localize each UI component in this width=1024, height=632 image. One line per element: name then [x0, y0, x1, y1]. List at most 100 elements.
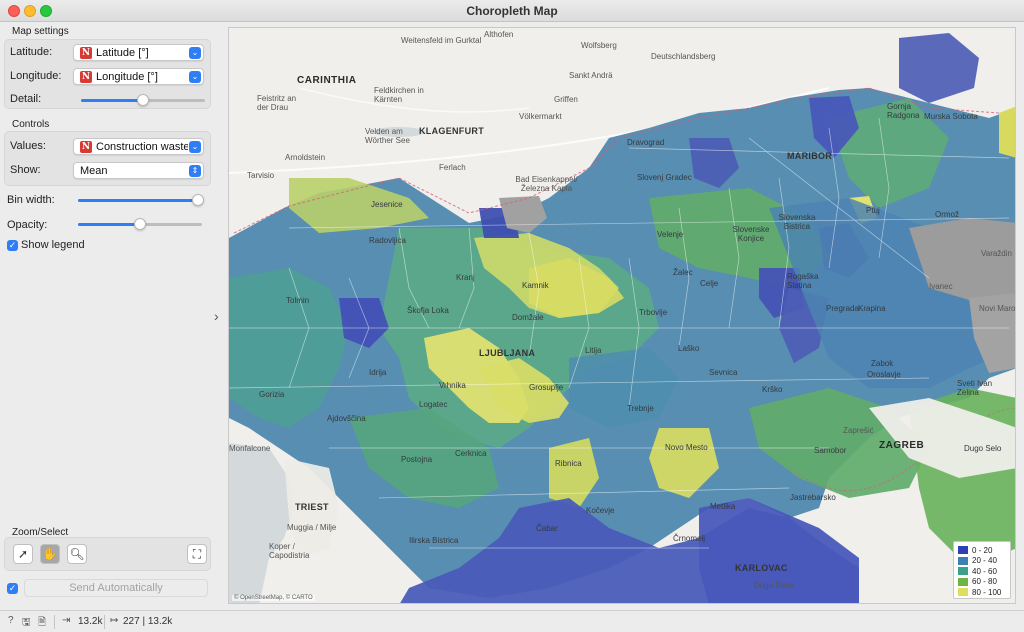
detail-slider[interactable] — [81, 94, 205, 106]
legend-swatch — [958, 577, 968, 586]
latitude-value: Latitude [°] — [96, 47, 149, 59]
map-label-gorizia: Gorizia — [259, 390, 285, 399]
reset-zoom-button[interactable]: ⛶ — [187, 544, 207, 564]
map-label-ptuj: Ptuj — [866, 206, 880, 215]
bin-width-label: Bin width: — [7, 194, 55, 206]
report-icon[interactable]: 🗎 — [38, 615, 46, 632]
opacity-slider-handle[interactable] — [134, 218, 146, 230]
map-label-oroslavje: Oroslavje — [867, 370, 901, 379]
send-automatically-button[interactable]: Send Automatically — [24, 579, 208, 597]
legend-label: 80 - 100 — [972, 587, 1002, 597]
map-label-feistritz: Feistritz an der Drau — [257, 94, 297, 112]
values-value: Construction waste [ — [96, 141, 188, 153]
updown-chevron-icon: ⇕ — [189, 165, 201, 177]
map-label-krsko: Krško — [762, 385, 783, 394]
map-label-deutschlandsberg: Deutschlandsberg — [651, 52, 716, 61]
legend-item: 20 - 40 — [958, 556, 1006, 567]
control-area: Map settings Latitude: N Latitude [°] ⌄ … — [0, 22, 214, 610]
legend-label: 40 - 60 — [972, 566, 997, 576]
map-legend: 0 - 20 20 - 40 40 - 60 60 - 80 80 - 100 — [953, 541, 1011, 599]
map-label-ljubljana: LJUBLJANA — [479, 348, 536, 358]
input-icon: ⇥ — [62, 615, 71, 626]
legend-label: 60 - 80 — [972, 577, 997, 587]
collapse-panel-chevron-icon[interactable]: › — [214, 308, 219, 324]
opacity-label: Opacity: — [7, 219, 48, 231]
map-attribution[interactable]: © OpenStreetMap, © CARTO — [232, 595, 315, 601]
map-label-velden: Velden am Wörther See — [365, 127, 410, 145]
map-label-dravograd: Dravograd — [627, 138, 665, 147]
map-label-vrhnika: Vrhnika — [439, 381, 466, 390]
map-view[interactable]: Weitensfeld im Gurktal Althofen Wolfsber… — [228, 27, 1016, 604]
map-label-ormoz: Ormož — [935, 210, 959, 219]
show-legend-checkbox[interactable]: ✓ — [7, 240, 18, 251]
map-label-volkermarkt: Völkermarkt — [519, 112, 562, 121]
latitude-combo[interactable]: N Latitude [°] ⌄ — [73, 44, 204, 61]
pan-tool-button[interactable]: ✋ — [40, 544, 60, 564]
map-label-carinthia: CARINTHIA — [297, 75, 357, 86]
map-label-metlika: Metlika — [710, 502, 736, 511]
output-icon: ↦ — [110, 615, 119, 626]
opacity-slider[interactable] — [78, 218, 202, 230]
map-label-zagreb: ZAGREB — [879, 440, 925, 451]
map-label-lasko: Laško — [678, 344, 700, 353]
map-label-skofja-loka: Škofja Loka — [407, 306, 449, 315]
map-label-murska-sobota: Murska Sobota — [924, 112, 978, 121]
hand-icon: ✋ — [42, 547, 58, 561]
bin-width-slider[interactable] — [78, 194, 204, 206]
input-count: 13.2k — [78, 616, 103, 627]
map-label-crnomelj: Črnomelj — [673, 534, 706, 543]
magnifier-icon: 🔍︎ — [69, 547, 85, 561]
pointer-icon: ➚ — [17, 547, 29, 561]
values-combo[interactable]: N Construction waste [ ⌄ — [73, 138, 204, 155]
map-settings-label: Map settings — [12, 26, 69, 37]
map-label-griffen: Griffen — [554, 95, 578, 104]
legend-item: 80 - 100 — [958, 587, 1006, 598]
map-label-varazdin: Varaždin — [981, 249, 1012, 258]
map-label-pregrada: Pregrada — [826, 304, 859, 313]
map-label-feldkirchen: Feldkirchen in Kärnten — [374, 86, 424, 104]
map-label-celje: Celje — [700, 279, 719, 288]
map-label-bad-eisenkappel: Bad Eisenkappel/ Železna Kapla — [515, 175, 578, 193]
map-label-slovenske-konjice: Slovenske Konjice — [732, 225, 770, 243]
map-label-trebnje: Trebnje — [627, 404, 654, 413]
map-label-ajdovscina: Ajdovščina — [327, 414, 366, 423]
save-icon[interactable]: 🖫 — [22, 615, 31, 632]
map-label-idrija: Idrija — [369, 368, 387, 377]
zoom-tool-button[interactable]: 🔍︎ — [67, 544, 87, 564]
longitude-combo[interactable]: N Longitude [°] ⌄ — [73, 68, 204, 85]
map-label-velenje: Velenje — [657, 230, 684, 239]
map-label-maribor: MARIBOR — [787, 151, 833, 161]
chevron-down-icon: ⌄ — [189, 141, 201, 153]
output-count: 227 | 13.2k — [123, 616, 173, 627]
select-tool-button[interactable]: ➚ — [13, 544, 33, 564]
show-value: Mean — [80, 165, 108, 177]
detail-slider-handle[interactable] — [137, 94, 149, 106]
status-bar: ? 🖫 🗎 ⇥ 13.2k ↦ 227 | 13.2k — [0, 610, 1024, 632]
bin-width-slider-handle[interactable] — [192, 194, 204, 206]
map-label-novo-mesto: Novo Mesto — [665, 443, 708, 452]
help-icon[interactable]: ? — [8, 615, 14, 626]
map-label-kocevje: Kočevje — [586, 506, 615, 515]
map-label-ilirska-bistrica: Ilirska Bistrica — [409, 536, 459, 545]
legend-label: 0 - 20 — [972, 545, 993, 555]
send-automatically-checkbox[interactable]: ✓ — [7, 583, 18, 594]
legend-swatch — [958, 588, 968, 597]
map-label-koper: Koper / Capodistria — [269, 542, 310, 560]
map-label-grosuplje: Grosuplje — [529, 383, 564, 392]
legend-item: 40 - 60 — [958, 566, 1006, 577]
title-bar: Choropleth Map — [0, 0, 1024, 22]
show-combo[interactable]: Mean ⇕ — [73, 162, 204, 179]
numeric-variable-icon: N — [80, 71, 92, 83]
legend-item: 0 - 20 — [958, 545, 1006, 556]
map-label-litija: Litija — [585, 346, 602, 355]
map-label-ivanec: Ivanec — [929, 282, 953, 291]
map-label-jastrebarsko: Jastrebarsko — [790, 493, 836, 502]
detail-label: Detail: — [10, 93, 42, 105]
map-label-wolfsberg: Wolfsberg — [581, 41, 617, 50]
map-label-triest: TRIEST — [295, 502, 329, 512]
legend-swatch — [958, 546, 968, 555]
legend-item: 60 - 80 — [958, 577, 1006, 588]
map-label-weitensfeld: Weitensfeld im Gurktal — [401, 36, 482, 45]
values-label: Values: — [10, 140, 46, 152]
map-label-tarvisio: Tarvisio — [247, 171, 275, 180]
